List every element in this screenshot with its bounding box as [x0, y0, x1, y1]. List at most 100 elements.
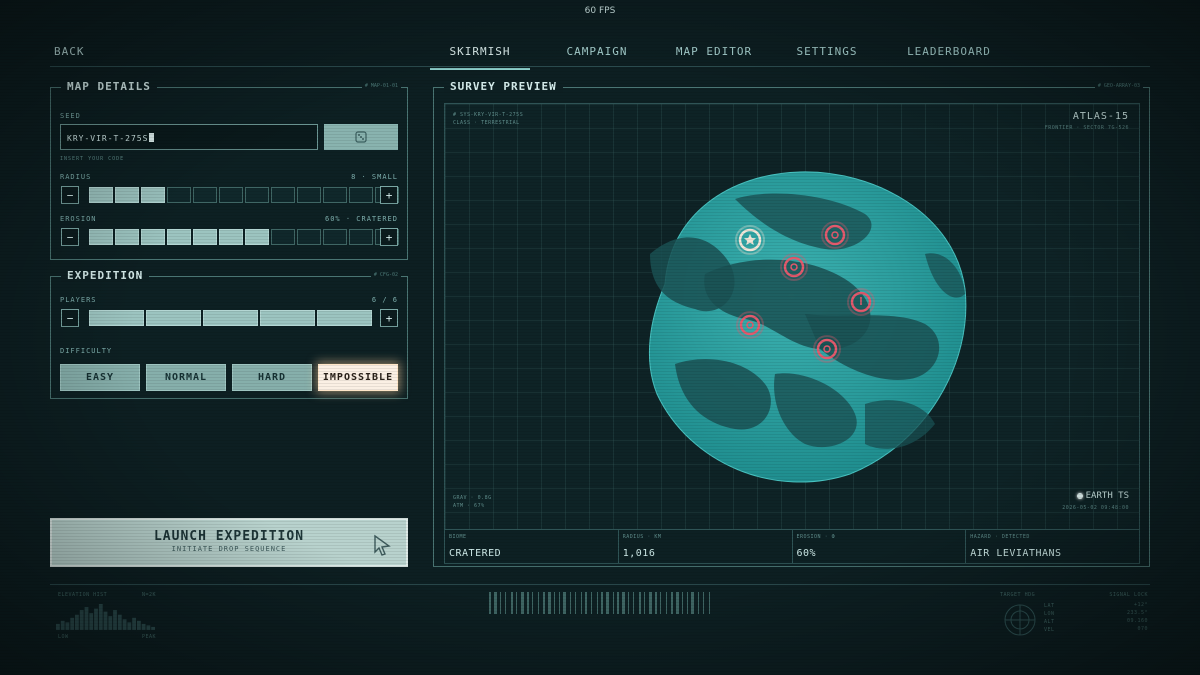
- slider-segment[interactable]: [245, 187, 269, 203]
- player-slot[interactable]: [260, 310, 315, 326]
- slider-segment[interactable]: [349, 187, 373, 203]
- player-slot[interactable]: [203, 310, 258, 326]
- radius-value: 8 · SMALL: [351, 173, 398, 181]
- slider-segment[interactable]: [193, 229, 217, 245]
- radius-increase-button[interactable]: +: [380, 186, 398, 204]
- barcode-bar: [703, 592, 704, 614]
- difficulty-easy-button[interactable]: EASY: [60, 364, 140, 391]
- elevation-bar: [75, 614, 79, 630]
- barcode-bar: [516, 592, 517, 614]
- slider-segment[interactable]: [323, 229, 347, 245]
- players-increase-button[interactable]: +: [380, 309, 398, 327]
- barcode-bar: [644, 592, 645, 614]
- stat-radius: RADIUS · KM 1,016: [619, 530, 793, 563]
- barcode-bar: [622, 592, 625, 614]
- players-slider[interactable]: [89, 310, 372, 326]
- barcode-bar: [511, 592, 513, 614]
- barcode-bar: [494, 592, 497, 614]
- erosion-increase-button[interactable]: +: [380, 228, 398, 246]
- erosion-decrease-button[interactable]: −: [61, 228, 79, 246]
- barcode-bar: [597, 592, 598, 614]
- barcode-bar: [559, 592, 560, 614]
- slider-segment[interactable]: [89, 229, 113, 245]
- slider-segment[interactable]: [141, 229, 165, 245]
- player-slot[interactable]: [317, 310, 372, 326]
- barcode-bar: [591, 592, 592, 614]
- dice-icon: [355, 131, 367, 143]
- elevation-bar: [127, 622, 132, 630]
- slider-segment[interactable]: [167, 229, 191, 245]
- radius-slider[interactable]: [89, 187, 399, 203]
- radius-label: RADIUS: [60, 173, 92, 181]
- slider-segment[interactable]: [115, 187, 139, 203]
- barcode-bar: [649, 592, 652, 614]
- radius-decrease-button[interactable]: −: [61, 186, 79, 204]
- difficulty-hard-button[interactable]: HARD: [232, 364, 312, 391]
- slider-segment[interactable]: [219, 187, 243, 203]
- difficulty-normal-button[interactable]: NORMAL: [146, 364, 226, 391]
- slider-segment[interactable]: [271, 187, 295, 203]
- randomize-seed-button[interactable]: [324, 124, 398, 150]
- slider-segment[interactable]: [245, 229, 269, 245]
- planet-globe: [648, 171, 967, 483]
- elevation-low: LOW: [58, 634, 69, 640]
- slider-segment[interactable]: [323, 187, 347, 203]
- barcode-bar: [585, 592, 587, 614]
- planet-stats-bar: BIOME CRATERED RADIUS · KM 1,016 EROSION ·…: [444, 530, 1140, 564]
- clock-time: 2026-05-02 09:48:00: [1062, 505, 1129, 511]
- compass-icon: [1004, 604, 1036, 636]
- barcode-bar: [543, 592, 545, 614]
- launch-sub: INITIATE DROP SEQUENCE: [171, 545, 287, 553]
- difficulty-impossible-button[interactable]: IMPOSSIBLE: [318, 364, 398, 391]
- slider-segment[interactable]: [219, 229, 243, 245]
- elevation-bar: [137, 620, 141, 630]
- barcode-bar: [521, 592, 524, 614]
- players-value: 6 / 6: [371, 296, 398, 304]
- barcode-bar: [538, 592, 539, 614]
- slider-segment[interactable]: [115, 229, 139, 245]
- players-decrease-button[interactable]: −: [61, 309, 79, 327]
- stat-biome: BIOME CRATERED: [445, 530, 619, 563]
- slider-segment[interactable]: [193, 187, 217, 203]
- planet-viewport[interactable]: # SYS-KRY-VIR-T-275S CLASS · TERRESTRIAL…: [444, 103, 1140, 530]
- erosion-slider[interactable]: [89, 229, 399, 245]
- barcode-bar: [581, 592, 582, 614]
- elevation-bar: [89, 613, 94, 630]
- barcode-bar: [527, 592, 529, 614]
- barcode-bar: [532, 592, 533, 614]
- elevation-bar: [60, 620, 65, 630]
- seed-input[interactable]: KRY-VIR-T-275S: [60, 124, 318, 150]
- launch-label: LAUNCH EXPEDITION: [153, 529, 305, 544]
- slider-segment[interactable]: [141, 187, 165, 203]
- stat-erosion: EROSION · Ф 60%: [793, 530, 967, 563]
- barcode-decoration: [489, 592, 710, 614]
- seed-hint: INSERT YOUR CODE: [60, 156, 125, 162]
- clock-dot-icon: [1076, 493, 1083, 499]
- barcode-bar: [671, 592, 673, 614]
- back-button[interactable]: BACK: [54, 45, 85, 58]
- elevation-bar: [56, 623, 60, 630]
- stat-hazard: HAZARD · DETECTED AIR LEVIATHANS: [970, 534, 1062, 559]
- barcode-bar: [655, 592, 657, 614]
- barcode-bar: [691, 592, 694, 614]
- player-marker-star: [735, 225, 765, 255]
- elevation-bar: [151, 626, 155, 630]
- slider-segment[interactable]: [271, 229, 295, 245]
- slider-segment[interactable]: [89, 187, 113, 203]
- player-slot[interactable]: [89, 310, 144, 326]
- expedition-code: # CFG-02: [370, 272, 401, 278]
- barcode-bar: [698, 592, 699, 614]
- survey-preview-code: # GEO-ARRAY-03: [1094, 83, 1143, 89]
- player-slot[interactable]: [146, 310, 201, 326]
- launch-expedition-button[interactable]: LAUNCH EXPEDITION INITIATE DROP SEQUENCE: [50, 518, 408, 567]
- slider-segment[interactable]: [167, 187, 191, 203]
- barcode-bar: [505, 592, 506, 614]
- slider-segment[interactable]: [297, 187, 321, 203]
- elevation-bar: [79, 610, 84, 630]
- barcode-bar: [548, 592, 551, 614]
- elevation-bar: [141, 623, 146, 630]
- elevation-bar: [117, 614, 122, 630]
- slider-segment[interactable]: [349, 229, 373, 245]
- slider-segment[interactable]: [297, 229, 321, 245]
- barcode-bar: [489, 592, 491, 614]
